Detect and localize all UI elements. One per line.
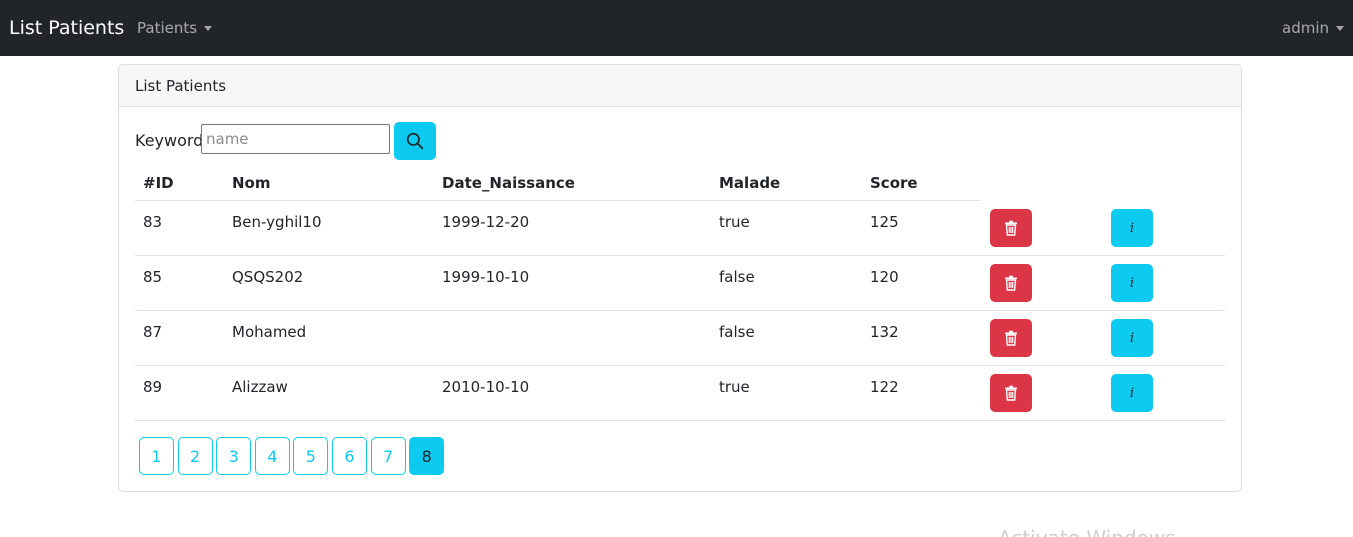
search-icon xyxy=(406,132,424,150)
cell-date-naissance: 1999-12-20 xyxy=(442,213,530,231)
table-row: 83 Ben-yghil10 1999-12-20 true 125 i xyxy=(135,201,1225,256)
cell-malade: false xyxy=(719,268,755,286)
cell-score: 132 xyxy=(870,323,899,341)
patients-table: #ID Nom Date_Naissance Malade Score 83 Be… xyxy=(135,165,1225,421)
cell-nom: QSQS202 xyxy=(232,268,304,286)
cell-id: 87 xyxy=(143,323,163,341)
cell-date-naissance: 1999-10-10 xyxy=(442,268,530,286)
delete-button[interactable] xyxy=(990,209,1032,247)
keyword-search-input[interactable] xyxy=(201,124,390,154)
navbar: List Patients Patients admin xyxy=(0,0,1353,56)
card-header: List Patients xyxy=(119,65,1241,107)
page-link-2[interactable]: 2 xyxy=(177,437,213,475)
delete-button[interactable] xyxy=(990,264,1032,302)
page-link-5[interactable]: 5 xyxy=(293,437,329,475)
user-menu-label: admin xyxy=(1282,19,1329,37)
column-header-id: #ID xyxy=(143,174,174,192)
page-link-4[interactable]: 4 xyxy=(254,437,290,475)
column-header-date-naissance: Date_Naissance xyxy=(442,174,575,192)
cell-id: 89 xyxy=(143,378,163,396)
cell-score: 122 xyxy=(870,378,899,396)
activate-windows-watermark: Activate Windows xyxy=(998,526,1176,537)
page-link-6[interactable]: 6 xyxy=(331,437,367,475)
cell-id: 83 xyxy=(143,213,163,231)
info-icon: i xyxy=(1129,330,1135,346)
delete-button[interactable] xyxy=(990,374,1032,412)
table-row: 85 QSQS202 1999-10-10 false 120 i xyxy=(135,256,1225,311)
search-button[interactable] xyxy=(394,122,436,160)
cell-nom: Alizzaw xyxy=(232,378,288,396)
trash-icon xyxy=(1005,275,1017,291)
info-icon: i xyxy=(1129,385,1135,401)
chevron-down-icon xyxy=(1336,25,1344,31)
cell-id: 85 xyxy=(143,268,163,286)
info-button[interactable]: i xyxy=(1111,374,1153,412)
table-header-row: #ID Nom Date_Naissance Malade Score xyxy=(135,165,1225,201)
trash-icon xyxy=(1005,385,1017,401)
delete-button[interactable] xyxy=(990,319,1032,357)
page-link-3[interactable]: 3 xyxy=(216,437,252,475)
column-header-malade: Malade xyxy=(719,174,781,192)
page-link-8[interactable]: 8 xyxy=(409,437,445,475)
cell-score: 120 xyxy=(870,268,899,286)
user-menu-dropdown[interactable]: admin xyxy=(1282,18,1344,38)
page-link-1[interactable]: 1 xyxy=(139,437,174,475)
cell-nom: Ben-yghil10 xyxy=(232,213,322,231)
cell-malade: false xyxy=(719,323,755,341)
table-row: 89 Alizzaw 2010-10-10 true 122 i xyxy=(135,366,1225,421)
trash-icon xyxy=(1005,330,1017,346)
column-header-score: Score xyxy=(870,174,918,192)
patients-card: List Patients Keyword #ID Nom Date_Naiss… xyxy=(118,64,1242,492)
page-link-7[interactable]: 7 xyxy=(370,437,406,475)
table-row: 87 Mohamed false 132 i xyxy=(135,311,1225,366)
info-icon: i xyxy=(1129,275,1135,291)
cell-score: 125 xyxy=(870,213,899,231)
patients-menu-label: Patients xyxy=(137,19,198,37)
info-button[interactable]: i xyxy=(1111,319,1153,357)
pagination: 12345678 xyxy=(139,437,448,475)
trash-icon xyxy=(1005,220,1017,236)
column-header-nom: Nom xyxy=(232,174,271,192)
cell-malade: true xyxy=(719,213,750,231)
chevron-down-icon xyxy=(204,25,213,31)
info-button[interactable]: i xyxy=(1111,264,1153,302)
cell-nom: Mohamed xyxy=(232,323,307,341)
info-icon: i xyxy=(1129,220,1135,236)
navbar-brand[interactable]: List Patients xyxy=(9,15,124,41)
keyword-label: Keyword xyxy=(135,131,204,150)
info-button[interactable]: i xyxy=(1111,209,1153,247)
patients-menu-dropdown[interactable]: Patients xyxy=(137,18,213,38)
cell-malade: true xyxy=(719,378,750,396)
cell-date-naissance: 2010-10-10 xyxy=(442,378,530,396)
